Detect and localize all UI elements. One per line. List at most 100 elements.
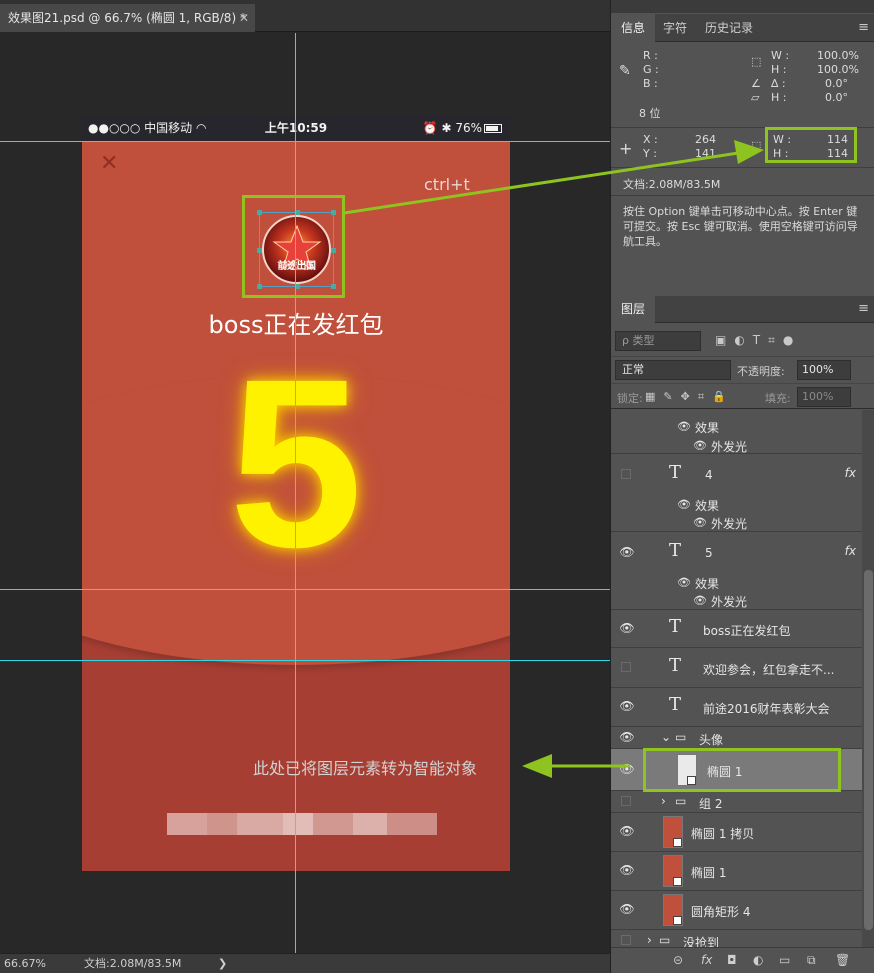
eye-icon[interactable]: 👁 bbox=[617, 699, 637, 713]
eye-icon[interactable]: 👁 bbox=[677, 576, 691, 589]
transform-handle[interactable] bbox=[331, 284, 336, 289]
info-panel: ✎ R : G : B : 8 位 ⬚ W : 100.0% H : 100.0… bbox=[611, 43, 874, 293]
eye-icon[interactable]: 👁 bbox=[617, 902, 637, 916]
zoom-level[interactable]: 66.67% bbox=[4, 954, 46, 973]
layer-effects[interactable]: 👁 效果 👁 外发光 bbox=[611, 410, 862, 454]
text-layer-icon: T bbox=[669, 655, 682, 676]
fill-input[interactable]: 100% bbox=[797, 387, 851, 407]
scrollbar-thumb[interactable] bbox=[864, 570, 873, 930]
layer-text-boss[interactable]: 👁 T boss正在发红包 bbox=[611, 610, 862, 648]
guide-horizontal[interactable] bbox=[0, 141, 610, 142]
guide-horizontal[interactable] bbox=[0, 660, 610, 661]
layer-group-2[interactable]: › ▭ 组 2 bbox=[611, 791, 862, 813]
transform-handle[interactable] bbox=[257, 284, 262, 289]
transform-handle[interactable] bbox=[331, 210, 336, 215]
chevron-right-icon[interactable]: › bbox=[661, 794, 666, 808]
guide-horizontal[interactable] bbox=[0, 589, 610, 590]
eye-icon[interactable]: 👁 bbox=[677, 420, 691, 433]
layer-name[interactable]: 欢迎参会，红包拿走不... bbox=[703, 661, 834, 678]
layer-filter-select[interactable]: ρ 类型 bbox=[615, 331, 701, 351]
eye-icon[interactable]: 👁 bbox=[617, 621, 637, 635]
countdown-number: 5 bbox=[229, 329, 363, 597]
avatar-caption: 前途出国 bbox=[277, 261, 317, 272]
size-h-value: 114 bbox=[827, 147, 848, 160]
fx-icon[interactable]: fx bbox=[701, 953, 712, 967]
x-label: X : bbox=[643, 133, 658, 146]
layer-ellipse-1-copy[interactable]: 👁 椭圆 1 拷贝 bbox=[611, 813, 862, 852]
layer-text-5[interactable]: 👁 T 5 fx 👁 效果 👁 外发光 bbox=[611, 532, 862, 610]
opacity-input[interactable]: 100% bbox=[797, 360, 851, 380]
y-value: 141 bbox=[695, 147, 716, 160]
layer-text-meeting[interactable]: 👁 T 前途2016财年表彰大会 bbox=[611, 688, 862, 727]
g-label: G : bbox=[643, 63, 659, 76]
panel-menu-icon[interactable]: ≡ bbox=[858, 301, 869, 316]
tab-layers[interactable]: 图层 bbox=[611, 296, 656, 323]
fx-icon[interactable]: fx bbox=[845, 466, 856, 480]
lock-icons[interactable]: ▦✎✥⌗🔒 bbox=[645, 390, 734, 404]
folder-icon: ▭ bbox=[675, 730, 687, 744]
layer-group-not-grabbed[interactable]: › ▭ 没抢到 bbox=[611, 930, 862, 947]
transform-handle[interactable] bbox=[331, 248, 336, 253]
panel-dock-header[interactable] bbox=[611, 0, 874, 13]
layer-text-welcome[interactable]: T 欢迎参会，红包拿走不... bbox=[611, 648, 862, 688]
pixelated-text bbox=[167, 809, 437, 839]
layer-name[interactable]: 4 bbox=[705, 468, 713, 482]
eye-icon[interactable]: 👁 bbox=[693, 516, 707, 529]
transform-bounding-box[interactable]: 前途出国 bbox=[257, 210, 336, 289]
chevron-right-icon[interactable]: ❯ bbox=[218, 954, 227, 973]
layer-name[interactable]: boss正在发红包 bbox=[703, 622, 790, 639]
eye-icon[interactable]: 👁 bbox=[617, 824, 637, 838]
layer-name[interactable]: 前途2016财年表彰大会 bbox=[703, 700, 830, 717]
link-icon[interactable]: ⊝ bbox=[673, 953, 683, 967]
blend-mode-select[interactable]: 正常 bbox=[615, 360, 731, 380]
tab-history[interactable]: 历史记录 bbox=[695, 14, 763, 42]
canvas-area[interactable]: ●●○○○ 中国移动 ◠ 上午10:59 ⏰ ✱ 76% ✕ ctrl+t bbox=[0, 33, 610, 953]
eye-icon[interactable]: 👁 bbox=[693, 439, 707, 452]
trash-icon[interactable]: 🗑 bbox=[835, 953, 850, 967]
adjustment-icon[interactable]: ◐ bbox=[753, 953, 763, 967]
folder-icon[interactable]: ▭ bbox=[779, 953, 790, 967]
layer-name[interactable]: 圆角矩形 4 bbox=[691, 903, 750, 920]
layer-ellipse-1[interactable]: 👁 椭圆 1 bbox=[611, 852, 862, 891]
layer-name[interactable]: 椭圆 1 拷贝 bbox=[691, 825, 754, 842]
layer-text-4[interactable]: T 4 fx 👁 效果 👁 外发光 bbox=[611, 454, 862, 532]
filter-icons[interactable]: ▣◐T⌗● bbox=[715, 333, 801, 348]
layer-name[interactable]: 没抢到 bbox=[683, 934, 719, 947]
bit-depth: 8 位 bbox=[639, 107, 661, 120]
close-tab-icon[interactable]: ✕ bbox=[239, 4, 249, 32]
eye-icon[interactable]: 👁 bbox=[693, 594, 707, 607]
selection-size-icon: ⬚ bbox=[751, 139, 762, 152]
panel-menu-icon[interactable]: ≡ bbox=[858, 20, 869, 35]
layer-rounded-rect-4[interactable]: 👁 圆角矩形 4 bbox=[611, 891, 862, 930]
eye-icon[interactable]: 👁 bbox=[617, 545, 637, 559]
layer-name[interactable]: 5 bbox=[705, 546, 713, 560]
layer-name[interactable]: 头像 bbox=[699, 731, 723, 748]
visibility-toggle-off[interactable] bbox=[621, 935, 631, 945]
guide-vertical[interactable] bbox=[295, 33, 296, 953]
new-layer-icon[interactable]: ⧉ bbox=[807, 953, 816, 968]
lock-row: 锁定: ▦✎✥⌗🔒 填充: 100% bbox=[611, 383, 874, 409]
mask-icon[interactable]: ◘ bbox=[727, 953, 737, 967]
chevron-down-icon[interactable]: ⌄ bbox=[661, 730, 671, 744]
chevron-right-icon[interactable]: › bbox=[647, 933, 652, 947]
outer-glow-label: 外发光 bbox=[711, 517, 748, 531]
fx-icon[interactable]: fx bbox=[845, 544, 856, 558]
transform-handle[interactable] bbox=[257, 210, 262, 215]
eye-icon[interactable]: 👁 bbox=[677, 498, 691, 511]
text-layer-icon: T bbox=[669, 462, 682, 483]
visibility-toggle-off[interactable] bbox=[621, 796, 631, 806]
document-tab[interactable]: 效果图21.psd @ 66.7% (椭圆 1, RGB/8) * ✕ bbox=[0, 4, 255, 32]
visibility-toggle-off[interactable] bbox=[621, 469, 631, 479]
layers-scrollbar[interactable] bbox=[862, 410, 874, 947]
layer-name[interactable]: 椭圆 1 bbox=[691, 864, 726, 881]
tab-info[interactable]: 信息 bbox=[611, 14, 656, 42]
visibility-toggle-off[interactable] bbox=[621, 662, 631, 672]
eye-icon[interactable]: 👁 bbox=[617, 730, 637, 744]
layers-list: 👁 效果 👁 外发光 T 4 fx 👁 效果 👁 外发光 👁 T 5 fx 👁 … bbox=[611, 410, 862, 947]
eye-icon[interactable]: 👁 bbox=[617, 863, 637, 877]
y-label: Y : bbox=[643, 147, 657, 160]
layer-name[interactable]: 组 2 bbox=[699, 795, 722, 812]
tab-character[interactable]: 字符 bbox=[653, 14, 697, 42]
layer-group-avatar[interactable]: 👁 ⌄ ▭ 头像 bbox=[611, 727, 862, 749]
eye-icon[interactable]: 👁 bbox=[617, 762, 637, 776]
